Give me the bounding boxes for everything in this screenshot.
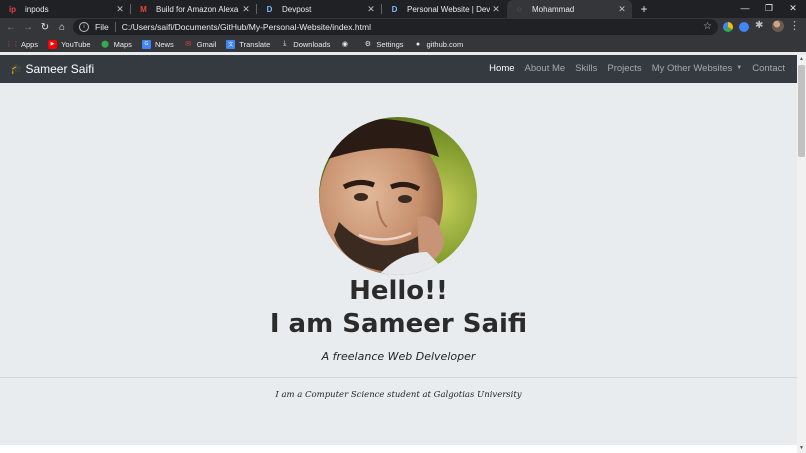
dropdown-label: My Other Websites bbox=[651, 63, 733, 74]
site-navbar: 🎓 Sameer Saifi Home About Me Skills Proj… bbox=[0, 55, 797, 83]
close-icon[interactable]: ✕ bbox=[490, 4, 502, 15]
back-arrow-icon[interactable]: ← bbox=[3, 19, 19, 35]
browser-tab-inpods[interactable]: ip inpods ✕ bbox=[0, 0, 130, 18]
bookmark-label: YouTube bbox=[61, 39, 91, 49]
maps-pin-icon: ⬤ bbox=[101, 41, 110, 48]
devpost-favicon-icon: D bbox=[266, 4, 273, 14]
inpods-favicon-icon: ip bbox=[8, 4, 17, 14]
bookmark-settings[interactable]: ⚙ Settings bbox=[363, 39, 404, 49]
close-icon[interactable]: ✕ bbox=[365, 4, 377, 15]
browser-tab-devpost[interactable]: D Devpost ✕ bbox=[257, 0, 381, 18]
site-nav-links: Home About Me Skills Projects My Other W… bbox=[479, 63, 785, 74]
close-icon[interactable]: ✕ bbox=[240, 4, 252, 15]
google-drive-extension-icon[interactable] bbox=[723, 22, 733, 32]
nav-my-other-websites-dropdown[interactable]: My Other Websites ▼ bbox=[652, 63, 743, 74]
youtube-icon: ▶ bbox=[48, 39, 58, 49]
graduation-cap-icon: 🎓 bbox=[10, 63, 23, 75]
scheme-label: File bbox=[95, 22, 109, 32]
reload-icon[interactable]: ↻ bbox=[37, 19, 53, 35]
bookmark-star-icon[interactable]: ☆ bbox=[703, 21, 712, 32]
close-icon[interactable]: ✕ bbox=[114, 4, 126, 15]
bookmark-label: github.com bbox=[426, 39, 464, 49]
url-text[interactable]: C:/Users/saifi/Documents/GitHub/My-Perso… bbox=[122, 22, 371, 32]
forward-arrow-icon[interactable]: → bbox=[20, 19, 36, 35]
nav-projects[interactable]: Projects bbox=[607, 63, 641, 74]
minimize-icon[interactable]: — bbox=[732, 0, 758, 16]
globe-favicon-icon: ◌ bbox=[517, 4, 522, 14]
news-icon: G bbox=[141, 39, 151, 49]
tab-title: inpods bbox=[25, 4, 49, 14]
tab-title: Devpost bbox=[282, 4, 312, 14]
new-tab-button[interactable]: + bbox=[637, 0, 651, 18]
bookmark-label: Downloads bbox=[293, 39, 331, 49]
nav-contact[interactable]: Contact bbox=[752, 63, 785, 74]
nav-home[interactable]: Home bbox=[489, 63, 514, 74]
hero-tagline: A freelance Web Delveloper bbox=[321, 350, 476, 363]
apps-grid-icon: ⋮⋮ bbox=[5, 41, 20, 48]
page-scrollbar[interactable]: ▲ ▼ bbox=[797, 55, 806, 453]
close-icon[interactable]: ✕ bbox=[616, 4, 628, 15]
bookmark-label: Settings bbox=[376, 39, 404, 49]
download-icon: ⤓ bbox=[283, 40, 287, 47]
hero-divider bbox=[0, 377, 797, 378]
caret-down-icon: ▼ bbox=[736, 65, 743, 72]
profile-photo bbox=[319, 117, 477, 275]
extension-blue-icon[interactable] bbox=[739, 22, 749, 32]
bookmark-globe[interactable]: ◉ bbox=[340, 40, 353, 49]
brand-label: Sameer Saifi bbox=[25, 62, 95, 76]
address-bar[interactable]: i File C:/Users/saifi/Documents/GitHub/M… bbox=[73, 19, 718, 35]
tab-title: Personal Website | Devpost bbox=[407, 4, 490, 14]
bookmark-gmail[interactable]: ✉ Gmail bbox=[184, 39, 217, 49]
bookmark-label: Gmail bbox=[196, 39, 217, 49]
browser-tab-mohammad[interactable]: ◌ Mohammad ✕ bbox=[507, 0, 632, 18]
info-icon[interactable]: i bbox=[79, 22, 89, 32]
profile-photo-illustration bbox=[319, 117, 477, 275]
browser-toolbar: ← → ↻ ⌂ i File C:/Users/saifi/Documents/… bbox=[0, 18, 806, 36]
bookmark-apps[interactable]: ⋮⋮ Apps bbox=[5, 39, 39, 49]
bookmark-github[interactable]: ● github.com bbox=[414, 39, 464, 49]
gmail-favicon-icon: M bbox=[140, 4, 147, 14]
hero-greeting: Hello!! bbox=[349, 276, 448, 306]
nav-skills[interactable]: Skills bbox=[575, 63, 597, 74]
translate-icon: 文 bbox=[226, 39, 236, 49]
gmail-icon: ✉ bbox=[185, 41, 192, 48]
scrollbar-thumb[interactable] bbox=[798, 65, 805, 157]
scroll-up-arrow-icon[interactable]: ▲ bbox=[797, 55, 806, 64]
bookmark-label: Maps bbox=[113, 39, 132, 49]
browser-tab-strip: ip inpods ✕ M Build for Amazon Alexa in … bbox=[0, 0, 806, 18]
window-close-icon[interactable]: ✕ bbox=[780, 0, 806, 16]
globe-icon: ◉ bbox=[341, 41, 348, 48]
home-icon[interactable]: ⌂ bbox=[54, 19, 70, 35]
kebab-menu-icon[interactable]: ⋮ bbox=[789, 19, 800, 32]
browser-tab-alexa[interactable]: M Build for Amazon Alexa in the list ✕ bbox=[131, 0, 256, 18]
scroll-down-arrow-icon[interactable]: ▼ bbox=[797, 444, 806, 453]
browser-tab-personal-website-devpost[interactable]: D Personal Website | Devpost ✕ bbox=[382, 0, 506, 18]
gear-icon: ⚙ bbox=[364, 41, 372, 48]
maximize-icon[interactable]: ❐ bbox=[756, 0, 782, 16]
profile-avatar[interactable] bbox=[772, 20, 784, 32]
site-brand[interactable]: 🎓 Sameer Saifi bbox=[10, 62, 94, 76]
tab-title: Mohammad bbox=[532, 4, 575, 14]
hero-name: I am Sameer Saifi bbox=[269, 309, 528, 339]
page-viewport: 🎓 Sameer Saifi Home About Me Skills Proj… bbox=[0, 55, 797, 453]
bookmark-label: News bbox=[154, 39, 174, 49]
hero-intro: I am a Computer Science student at Galgo… bbox=[275, 390, 522, 400]
bookmark-translate[interactable]: 文 Translate bbox=[226, 39, 271, 49]
bookmark-downloads[interactable]: ⤓ Downloads bbox=[280, 40, 330, 49]
omnibox-separator bbox=[114, 22, 116, 32]
extensions-puzzle-icon[interactable]: ✱ bbox=[755, 20, 763, 31]
bookmark-label: Translate bbox=[239, 39, 271, 49]
bookmark-youtube[interactable]: ▶ YouTube bbox=[48, 39, 91, 49]
bookmarks-bar: ⋮⋮ Apps ▶ YouTube ⬤ Maps G News ✉ Gmail … bbox=[0, 36, 806, 52]
nav-about-me[interactable]: About Me bbox=[525, 63, 566, 74]
tab-title: Build for Amazon Alexa in the list bbox=[156, 4, 240, 14]
devpost-favicon-icon: D bbox=[391, 4, 398, 14]
bookmark-maps[interactable]: ⬤ Maps bbox=[101, 40, 132, 49]
bookmark-news[interactable]: G News bbox=[141, 39, 174, 49]
page-bottom-strip bbox=[0, 445, 797, 453]
bookmark-label: Apps bbox=[21, 39, 39, 49]
github-icon: ● bbox=[415, 40, 421, 48]
